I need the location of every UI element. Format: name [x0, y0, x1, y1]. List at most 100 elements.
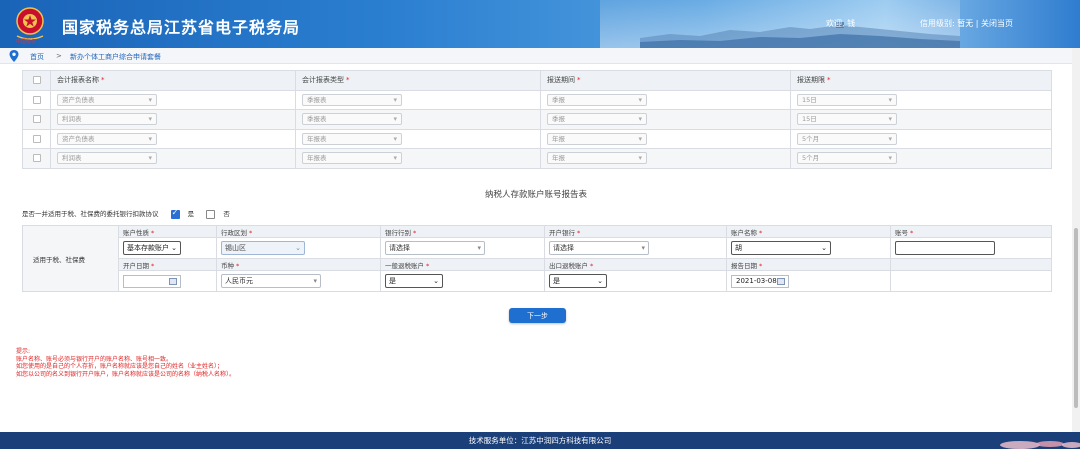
- open-bank-select[interactable]: 请选择 ▾: [549, 241, 649, 255]
- row-checkbox[interactable]: [32, 115, 41, 124]
- credit-value: 暂无: [957, 19, 974, 28]
- breadcrumb-separator: >: [56, 52, 62, 60]
- header-report-type: 会计报表类型 *: [295, 70, 541, 91]
- tips-box: 提示: 账户名称、账号必须与银行开户的账户名称、账号相一致。 如您使用的是自己的…: [16, 348, 235, 378]
- location-pin-icon: [9, 50, 19, 62]
- tips-heading: 提示:: [16, 348, 31, 355]
- header-right-links: 信用级别: 暂无 | 关闭当页: [920, 18, 1013, 29]
- calendar-icon[interactable]: [777, 277, 785, 285]
- table-row: 资产负债表 年报表 年报 5个月: [22, 128, 1052, 149]
- account-report-title: 纳税人存款账户账号报告表: [484, 190, 587, 200]
- select-all-checkbox[interactable]: [32, 76, 41, 85]
- tips-line: 如您使用的是自己的个人存折，账户名称就应该是您自己的姓名（业主姓名）；: [16, 363, 224, 370]
- row-checkbox[interactable]: [32, 134, 41, 143]
- vertical-scrollbar[interactable]: [1072, 48, 1080, 432]
- select-all-cell: [22, 70, 51, 91]
- breadcrumb-home-link[interactable]: 首页: [30, 52, 44, 62]
- report-date-input[interactable]: 2021-03-08: [731, 274, 789, 288]
- report-deadline-select: 5个月: [797, 132, 897, 145]
- header-open-bank: 开户银行 *: [544, 225, 727, 238]
- table-row: 利润表 年报表 年报 5个月: [22, 148, 1052, 169]
- site-header: 中国税务 国家税务总局江苏省电子税务局 欢迎, 钱 信用级别: 暂无 | 关闭当…: [0, 0, 1080, 48]
- agreement-no-checkbox[interactable]: [206, 209, 216, 219]
- table-row: 资产负债表 季报表 季报 15日: [22, 89, 1052, 110]
- account-header-row-1: 适用于税、社保费 账户性质 * 行政区划 * 银行行别 * 开户银行 * 账户名称 * 账…: [22, 225, 1052, 292]
- site-title: 国家税务总局江苏省电子税务局: [62, 18, 301, 37]
- account-input-row-1: 基本存款账户 ⌄ 锡山区 ⌄ 请选择 ▾ 请选择 ▾ 胡 ⌄: [23, 237, 1052, 259]
- report-type-select: 年报表: [302, 132, 402, 145]
- breadcrumb-current[interactable]: 新办个体工商户综合申请套餐: [70, 52, 161, 62]
- report-name-select: 利润表: [57, 152, 157, 165]
- report-period-select: 季报: [547, 113, 647, 126]
- next-step-button[interactable]: 下一步: [509, 308, 566, 323]
- chevron-down-icon: ⌄: [597, 277, 603, 285]
- report-period-select: 季报: [547, 93, 647, 106]
- report-deadline-select: 5个月: [797, 152, 897, 165]
- agreement-yes-label: 是: [187, 210, 195, 218]
- report-deadline-select: 15日: [797, 93, 897, 106]
- close-page-link[interactable]: 关闭当页: [981, 19, 1013, 28]
- header-open-date: 开户日期 *: [118, 258, 217, 271]
- table-row: 利润表 季报表 季报 15日: [22, 109, 1052, 130]
- header-divider: |: [975, 19, 979, 28]
- report-type-select: 年报表: [302, 152, 402, 165]
- breadcrumb: 首页 > 新办个体工商户综合申请套餐: [0, 48, 1072, 64]
- account-number-input[interactable]: [895, 241, 995, 255]
- tips-line: 账户名称、账号必须与银行开户的账户名称、账号相一致。: [16, 355, 173, 363]
- row-checkbox[interactable]: [32, 154, 41, 163]
- header-report-date: 报告日期 *: [726, 258, 891, 271]
- header-account-name: 账户名称 *: [726, 225, 891, 238]
- footer-flower-decoration: [1000, 441, 1080, 449]
- accounting-report-table: 会计报表名称* 会计报表类型* 报送期间* 报送期限* 资产负债表 季报表 季报…: [22, 70, 1052, 169]
- bank-type-select[interactable]: 请选择 ▾: [385, 241, 485, 255]
- report-deadline-select: 15日: [797, 113, 897, 126]
- general-refund-select[interactable]: 是 ⌄: [385, 274, 443, 288]
- chevron-down-icon: ⌄: [171, 244, 177, 252]
- report-type-select: 季报表: [302, 113, 402, 126]
- currency-select[interactable]: 人民币元 ▾: [221, 274, 321, 288]
- report-period-select: 年报: [547, 132, 647, 145]
- deduction-agreement-row: 是否一并适用于税、社保费的委托银行扣款协议 是 否: [22, 208, 230, 219]
- account-nature-select[interactable]: 基本存款账户 ⌄: [123, 241, 181, 255]
- chevron-down-icon: ▾: [313, 277, 317, 285]
- report-type-select: 季报表: [302, 93, 402, 106]
- site-footer: 技术服务单位：江苏中润四方科技有限公司: [0, 432, 1080, 449]
- chevron-down-icon: ▾: [641, 244, 645, 252]
- open-date-input[interactable]: [123, 274, 181, 288]
- header-currency: 币种 *: [216, 258, 381, 271]
- chevron-down-icon: ⌄: [295, 244, 301, 252]
- agreement-yes-checkbox[interactable]: [170, 208, 180, 219]
- report-name-select: 利润表: [57, 113, 157, 126]
- export-refund-select[interactable]: 是 ⌄: [549, 274, 607, 288]
- header-empty: [890, 258, 1052, 271]
- row-checkbox[interactable]: [32, 95, 41, 104]
- chevron-down-icon: ⌄: [821, 244, 827, 252]
- account-input-row-2: 人民币元 ▾ 是 ⌄ 是 ⌄ 2021-03-08: [23, 270, 1052, 292]
- header-general-refund: 一般退税账户 *: [380, 258, 545, 271]
- footer-text: 技术服务单位：江苏中润四方科技有限公司: [468, 436, 612, 445]
- tips-line: 如您以公司的名义到银行开户账户，账户名称就应该是公司的名称（纳税人名称）。: [16, 370, 236, 378]
- header-report-name: 会计报表名称 *: [50, 70, 296, 91]
- header-export-refund: 出口退税账户 *: [544, 258, 727, 271]
- account-name-select[interactable]: 胡 ⌄: [731, 241, 831, 255]
- tax-emblem-logo: 中国税务: [16, 7, 44, 44]
- credit-label: 信用级别:: [920, 19, 955, 28]
- svg-text:中国税务: 中国税务: [16, 38, 36, 44]
- great-wall-image: [640, 22, 960, 48]
- user-greeting: 欢迎, 钱: [826, 19, 856, 28]
- header-report-period: 报送期间 *: [540, 70, 791, 91]
- account-header-row-2: 开户日期 * 币种 * 一般退税账户 * 出口退税账户 * 报告日期 *: [23, 258, 1052, 271]
- bank-account-table: 适用于税、社保费 账户性质 * 行政区划 * 银行行别 * 开户银行 * 账户名称 * 账…: [22, 225, 1052, 292]
- scrollbar-thumb[interactable]: [1074, 228, 1078, 408]
- calendar-icon[interactable]: [169, 277, 177, 285]
- header-account-number: 账号 *: [890, 225, 1052, 238]
- region-select[interactable]: 锡山区 ⌄: [221, 241, 305, 255]
- empty-cell: [890, 270, 1052, 292]
- report-period-select: 年报: [547, 152, 647, 165]
- agreement-no-label: 否: [223, 210, 230, 218]
- agreement-question: 是否一并适用于税、社保费的委托银行扣款协议: [22, 210, 159, 218]
- report-name-select: 资产负债表: [57, 132, 157, 145]
- report-table-header: 会计报表名称 * 会计报表类型 * 报送期间 * 报送期限 *: [22, 70, 1052, 91]
- report-name-select: 资产负债表: [57, 93, 157, 106]
- chevron-down-icon: ▾: [477, 244, 481, 252]
